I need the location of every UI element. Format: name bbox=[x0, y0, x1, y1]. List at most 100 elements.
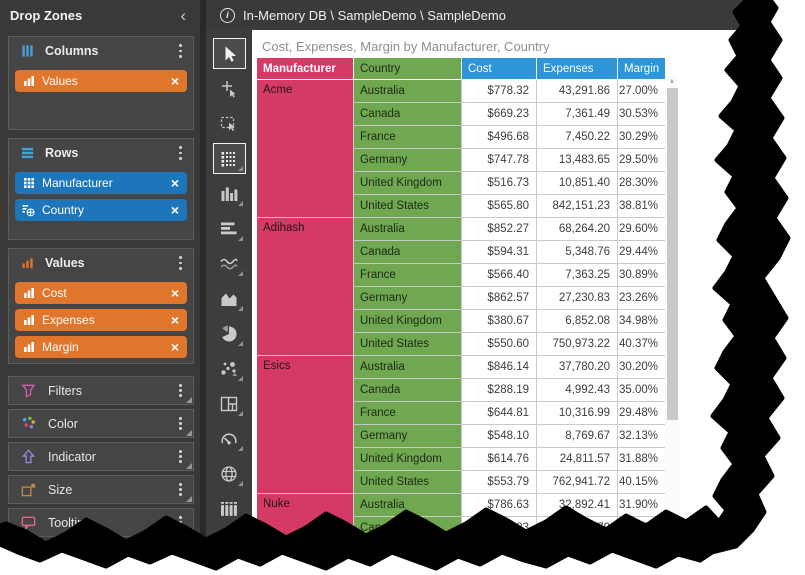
remove-field-icon[interactable] bbox=[170, 203, 180, 217]
country-cell[interactable]: Germany bbox=[354, 149, 462, 172]
value-cell[interactable]: $669.23 bbox=[462, 103, 537, 126]
column-header-expenses[interactable]: Expenses bbox=[537, 58, 618, 80]
country-cell[interactable]: Germany bbox=[354, 287, 462, 310]
value-cell[interactable]: 750,973.22 bbox=[537, 333, 618, 356]
tool-bar-chart[interactable] bbox=[213, 213, 246, 244]
value-cell[interactable]: 8,769.67 bbox=[537, 425, 618, 448]
zone-filters[interactable]: Filters bbox=[8, 376, 194, 405]
value-cell[interactable]: 32,892.41 bbox=[537, 494, 618, 517]
value-cell[interactable]: 10,851.40 bbox=[537, 172, 618, 195]
value-cell[interactable]: 43,291.86 bbox=[537, 80, 618, 103]
value-cell[interactable]: 38.81% bbox=[618, 195, 666, 218]
zone-size[interactable]: Size bbox=[8, 475, 194, 504]
value-cell[interactable]: 10,316.99 bbox=[537, 402, 618, 425]
tool-treemap[interactable] bbox=[213, 388, 246, 419]
zone-menu-icon[interactable] bbox=[175, 447, 186, 466]
value-cell[interactable]: $566.40 bbox=[462, 264, 537, 287]
value-cell[interactable]: 30.89% bbox=[618, 264, 666, 287]
value-cell[interactable]: 4,443.79 bbox=[537, 517, 618, 540]
manufacturer-cell[interactable]: Esics bbox=[257, 356, 354, 494]
value-cell[interactable]: 68,264.20 bbox=[537, 218, 618, 241]
value-cell[interactable]: 34.98% bbox=[618, 310, 666, 333]
value-cell[interactable]: $565.80 bbox=[462, 195, 537, 218]
tool-geo-map[interactable] bbox=[213, 458, 246, 489]
tool-move[interactable] bbox=[213, 73, 246, 104]
value-cell[interactable]: 29.50% bbox=[618, 149, 666, 172]
value-cell[interactable]: 23.26% bbox=[618, 287, 666, 310]
value-cell[interactable]: 30.53% bbox=[618, 103, 666, 126]
country-cell[interactable]: France bbox=[354, 126, 462, 149]
zone-tooltip[interactable]: Tooltip bbox=[8, 508, 194, 537]
value-cell[interactable]: $614.76 bbox=[462, 448, 537, 471]
tool-gauge[interactable] bbox=[213, 423, 246, 454]
zone-menu-icon[interactable] bbox=[175, 414, 186, 433]
country-cell[interactable]: Australia bbox=[354, 356, 462, 379]
country-cell[interactable]: Canada bbox=[354, 517, 462, 540]
value-cell[interactable]: $496.68 bbox=[462, 126, 537, 149]
column-header-margin[interactable]: Margin bbox=[618, 58, 666, 80]
value-cell[interactable]: $288.19 bbox=[462, 379, 537, 402]
country-cell[interactable]: Canada bbox=[354, 103, 462, 126]
scroll-up-icon[interactable] bbox=[665, 75, 679, 87]
tool-cards[interactable] bbox=[213, 493, 246, 524]
value-cell[interactable]: 7,361.49 bbox=[537, 103, 618, 126]
value-cell[interactable]: 27.00% bbox=[618, 80, 666, 103]
value-cell[interactable]: $553.79 bbox=[462, 471, 537, 494]
field-pill-manufacturer[interactable]: Manufacturer bbox=[15, 172, 187, 194]
manufacturer-cell[interactable]: Nuke bbox=[257, 494, 354, 540]
value-cell[interactable]: 762,941.72 bbox=[537, 471, 618, 494]
value-cell[interactable]: 5,348.76 bbox=[537, 241, 618, 264]
zone-menu-icon[interactable] bbox=[175, 480, 186, 499]
tool-area-chart[interactable] bbox=[213, 283, 246, 314]
value-cell[interactable]: 40.15% bbox=[618, 471, 666, 494]
remove-field-icon[interactable] bbox=[170, 313, 180, 327]
column-header-cost[interactable]: Cost bbox=[462, 58, 537, 80]
manufacturer-cell[interactable]: Adihash bbox=[257, 218, 354, 356]
remove-field-icon[interactable] bbox=[170, 74, 180, 88]
value-cell[interactable]: 31.90% bbox=[618, 494, 666, 517]
value-cell[interactable]: $852.27 bbox=[462, 218, 537, 241]
remove-field-icon[interactable] bbox=[170, 340, 180, 354]
value-cell[interactable]: $550.60 bbox=[462, 333, 537, 356]
zone-indicator[interactable]: Indicator bbox=[8, 442, 194, 471]
value-cell[interactable]: $634.83 bbox=[462, 517, 537, 540]
country-cell[interactable]: United States bbox=[354, 195, 462, 218]
value-cell[interactable]: 7,450.22 bbox=[537, 126, 618, 149]
country-cell[interactable]: France bbox=[354, 264, 462, 287]
column-header-manufacturer[interactable]: Manufacturer bbox=[257, 58, 354, 80]
country-cell[interactable]: Germany bbox=[354, 425, 462, 448]
country-cell[interactable]: United States bbox=[354, 471, 462, 494]
value-cell[interactable]: $644.81 bbox=[462, 402, 537, 425]
tool-pointer[interactable] bbox=[213, 38, 246, 69]
zone-menu-icon[interactable] bbox=[175, 41, 186, 60]
value-cell[interactable]: $747.78 bbox=[462, 149, 537, 172]
field-pill-expenses[interactable]: Expenses bbox=[15, 309, 187, 331]
country-cell[interactable]: Australia bbox=[354, 80, 462, 103]
country-cell[interactable]: United Kingdom bbox=[354, 172, 462, 195]
value-cell[interactable]: 31.88% bbox=[618, 448, 666, 471]
field-pill-margin[interactable]: Margin bbox=[15, 336, 187, 358]
remove-field-icon[interactable] bbox=[170, 176, 180, 190]
value-cell[interactable]: 13,483.65 bbox=[537, 149, 618, 172]
tool-pivot-grid[interactable] bbox=[213, 143, 246, 174]
value-cell[interactable]: 24,811.57 bbox=[537, 448, 618, 471]
value-cell[interactable]: 37,780.20 bbox=[537, 356, 618, 379]
zone-menu-icon[interactable] bbox=[175, 253, 186, 272]
zone-menu-icon[interactable] bbox=[175, 381, 186, 400]
value-cell[interactable]: 35.00% bbox=[618, 379, 666, 402]
field-pill-country[interactable]: Country bbox=[15, 199, 187, 221]
country-cell[interactable]: Australia bbox=[354, 218, 462, 241]
country-cell[interactable]: France bbox=[354, 402, 462, 425]
country-cell[interactable]: Canada bbox=[354, 241, 462, 264]
collapse-panel-icon[interactable] bbox=[176, 7, 190, 24]
value-cell[interactable]: $846.14 bbox=[462, 356, 537, 379]
value-cell[interactable]: 32.13% bbox=[618, 425, 666, 448]
value-cell[interactable]: 40.37% bbox=[618, 333, 666, 356]
value-cell[interactable]: $516.73 bbox=[462, 172, 537, 195]
zone-menu-icon[interactable] bbox=[175, 513, 186, 532]
tool-scatter-chart[interactable] bbox=[213, 353, 246, 384]
value-cell[interactable]: 29.60% bbox=[618, 218, 666, 241]
manufacturer-cell[interactable]: Acme bbox=[257, 80, 354, 218]
zone-menu-icon[interactable] bbox=[175, 143, 186, 162]
country-cell[interactable]: United States bbox=[354, 333, 462, 356]
